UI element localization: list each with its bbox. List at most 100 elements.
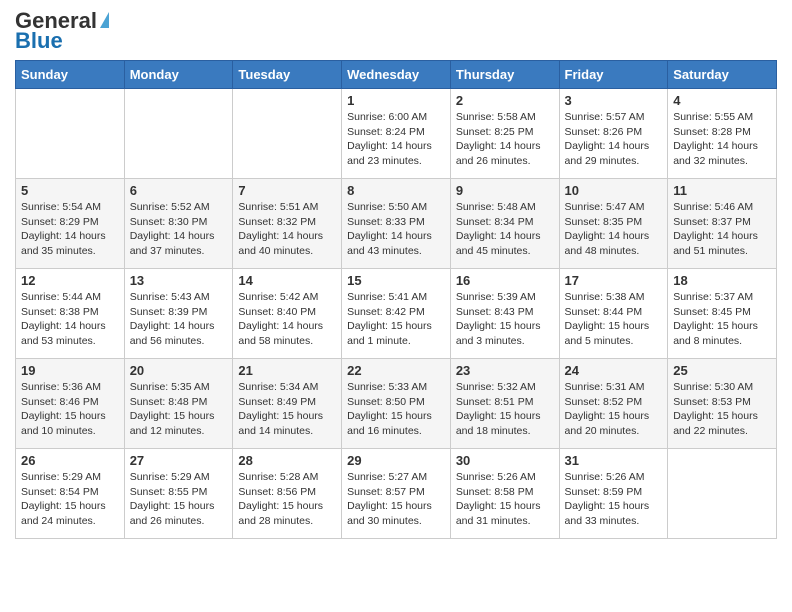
day-number: 24 xyxy=(565,363,663,378)
cell-info: Sunrise: 5:57 AM Sunset: 8:26 PM Dayligh… xyxy=(565,110,663,169)
day-number: 30 xyxy=(456,453,554,468)
cell-info: Sunrise: 5:38 AM Sunset: 8:44 PM Dayligh… xyxy=(565,290,663,349)
calendar-week-row: 26 Sunrise: 5:29 AM Sunset: 8:54 PM Dayli… xyxy=(16,449,777,539)
calendar-day-header: Wednesday xyxy=(342,61,451,89)
day-number: 1 xyxy=(347,93,445,108)
logo-triangle-icon xyxy=(100,12,109,28)
day-number: 11 xyxy=(673,183,771,198)
cell-info: Sunrise: 5:29 AM Sunset: 8:55 PM Dayligh… xyxy=(130,470,228,529)
calendar-cell: 27 Sunrise: 5:29 AM Sunset: 8:55 PM Dayli… xyxy=(124,449,233,539)
calendar-cell: 30 Sunrise: 5:26 AM Sunset: 8:58 PM Dayli… xyxy=(450,449,559,539)
logo: General Blue xyxy=(15,10,109,52)
day-number: 22 xyxy=(347,363,445,378)
calendar-day-header: Friday xyxy=(559,61,668,89)
cell-info: Sunrise: 5:31 AM Sunset: 8:52 PM Dayligh… xyxy=(565,380,663,439)
logo-blue-text: Blue xyxy=(15,30,63,52)
calendar-cell: 6 Sunrise: 5:52 AM Sunset: 8:30 PM Daylig… xyxy=(124,179,233,269)
day-number: 21 xyxy=(238,363,336,378)
cell-info: Sunrise: 6:00 AM Sunset: 8:24 PM Dayligh… xyxy=(347,110,445,169)
calendar-day-header: Saturday xyxy=(668,61,777,89)
calendar-cell: 21 Sunrise: 5:34 AM Sunset: 8:49 PM Dayli… xyxy=(233,359,342,449)
calendar-cell: 13 Sunrise: 5:43 AM Sunset: 8:39 PM Dayli… xyxy=(124,269,233,359)
calendar-week-row: 12 Sunrise: 5:44 AM Sunset: 8:38 PM Dayli… xyxy=(16,269,777,359)
day-number: 2 xyxy=(456,93,554,108)
day-number: 10 xyxy=(565,183,663,198)
calendar-cell: 7 Sunrise: 5:51 AM Sunset: 8:32 PM Daylig… xyxy=(233,179,342,269)
day-number: 9 xyxy=(456,183,554,198)
calendar-cell: 1 Sunrise: 6:00 AM Sunset: 8:24 PM Daylig… xyxy=(342,89,451,179)
day-number: 23 xyxy=(456,363,554,378)
cell-info: Sunrise: 5:43 AM Sunset: 8:39 PM Dayligh… xyxy=(130,290,228,349)
calendar-cell: 28Sunrise: 5:28 AM Sunset: 8:56 PM Dayli… xyxy=(233,449,342,539)
cell-info: Sunrise: 5:27 AM Sunset: 8:57 PM Dayligh… xyxy=(347,470,445,529)
day-number: 8 xyxy=(347,183,445,198)
day-number: 6 xyxy=(130,183,228,198)
calendar-cell xyxy=(124,89,233,179)
day-number: 15 xyxy=(347,273,445,288)
cell-info: Sunrise: 5:46 AM Sunset: 8:37 PM Dayligh… xyxy=(673,200,771,259)
cell-info: Sunrise: 5:36 AM Sunset: 8:46 PM Dayligh… xyxy=(21,380,119,439)
cell-info: Sunrise: 5:33 AM Sunset: 8:50 PM Dayligh… xyxy=(347,380,445,439)
cell-info: Sunrise: 5:42 AM Sunset: 8:40 PM Dayligh… xyxy=(238,290,336,349)
cell-info: Sunrise: 5:26 AM Sunset: 8:58 PM Dayligh… xyxy=(456,470,554,529)
day-number: 17 xyxy=(565,273,663,288)
day-number: 14 xyxy=(238,273,336,288)
day-number: 7 xyxy=(238,183,336,198)
calendar-cell: 12 Sunrise: 5:44 AM Sunset: 8:38 PM Dayli… xyxy=(16,269,125,359)
calendar-cell: 15 Sunrise: 5:41 AM Sunset: 8:42 PM Dayli… xyxy=(342,269,451,359)
day-number: 13 xyxy=(130,273,228,288)
calendar-day-header: Sunday xyxy=(16,61,125,89)
cell-info: Sunrise: 5:32 AM Sunset: 8:51 PM Dayligh… xyxy=(456,380,554,439)
cell-info: Sunrise: 5:37 AM Sunset: 8:45 PM Dayligh… xyxy=(673,290,771,349)
calendar-cell xyxy=(16,89,125,179)
calendar-body: 1 Sunrise: 6:00 AM Sunset: 8:24 PM Daylig… xyxy=(16,89,777,539)
day-number: 20 xyxy=(130,363,228,378)
calendar-cell: 9 Sunrise: 5:48 AM Sunset: 8:34 PM Daylig… xyxy=(450,179,559,269)
day-number: 12 xyxy=(21,273,119,288)
day-number: 27 xyxy=(130,453,228,468)
calendar-cell: 2 Sunrise: 5:58 AM Sunset: 8:25 PM Daylig… xyxy=(450,89,559,179)
calendar-header-row: SundayMondayTuesdayWednesdayThursdayFrid… xyxy=(16,61,777,89)
calendar-cell: 3Sunrise: 5:57 AM Sunset: 8:26 PM Daylig… xyxy=(559,89,668,179)
day-number: 4 xyxy=(673,93,771,108)
cell-info: Sunrise: 5:50 AM Sunset: 8:33 PM Dayligh… xyxy=(347,200,445,259)
cell-info: Sunrise: 5:52 AM Sunset: 8:30 PM Dayligh… xyxy=(130,200,228,259)
cell-info: Sunrise: 5:48 AM Sunset: 8:34 PM Dayligh… xyxy=(456,200,554,259)
calendar-cell: 4Sunrise: 5:55 AM Sunset: 8:28 PM Daylig… xyxy=(668,89,777,179)
calendar-cell: 25 Sunrise: 5:30 AM Sunset: 8:53 PM Dayli… xyxy=(668,359,777,449)
day-number: 5 xyxy=(21,183,119,198)
cell-info: Sunrise: 5:58 AM Sunset: 8:25 PM Dayligh… xyxy=(456,110,554,169)
cell-info: Sunrise: 5:44 AM Sunset: 8:38 PM Dayligh… xyxy=(21,290,119,349)
calendar-cell: 22 Sunrise: 5:33 AM Sunset: 8:50 PM Dayli… xyxy=(342,359,451,449)
calendar-cell: 8 Sunrise: 5:50 AM Sunset: 8:33 PM Daylig… xyxy=(342,179,451,269)
cell-info: Sunrise: 5:54 AM Sunset: 8:29 PM Dayligh… xyxy=(21,200,119,259)
day-number: 16 xyxy=(456,273,554,288)
day-number: 18 xyxy=(673,273,771,288)
day-number: 28 xyxy=(238,453,336,468)
day-number: 31 xyxy=(565,453,663,468)
day-number: 25 xyxy=(673,363,771,378)
calendar-table: SundayMondayTuesdayWednesdayThursdayFrid… xyxy=(15,60,777,539)
cell-info: Sunrise: 5:47 AM Sunset: 8:35 PM Dayligh… xyxy=(565,200,663,259)
cell-info: Sunrise: 5:35 AM Sunset: 8:48 PM Dayligh… xyxy=(130,380,228,439)
cell-info: Sunrise: 5:30 AM Sunset: 8:53 PM Dayligh… xyxy=(673,380,771,439)
cell-info: Sunrise: 5:39 AM Sunset: 8:43 PM Dayligh… xyxy=(456,290,554,349)
page-header: General Blue xyxy=(15,10,777,52)
cell-info: Sunrise: 5:34 AM Sunset: 8:49 PM Dayligh… xyxy=(238,380,336,439)
calendar-cell: 11 Sunrise: 5:46 AM Sunset: 8:37 PM Dayli… xyxy=(668,179,777,269)
calendar-week-row: 19 Sunrise: 5:36 AM Sunset: 8:46 PM Dayli… xyxy=(16,359,777,449)
day-number: 19 xyxy=(21,363,119,378)
cell-info: Sunrise: 5:41 AM Sunset: 8:42 PM Dayligh… xyxy=(347,290,445,349)
cell-info: Sunrise: 5:29 AM Sunset: 8:54 PM Dayligh… xyxy=(21,470,119,529)
calendar-cell xyxy=(233,89,342,179)
calendar-cell: 19 Sunrise: 5:36 AM Sunset: 8:46 PM Dayli… xyxy=(16,359,125,449)
calendar-cell: 26 Sunrise: 5:29 AM Sunset: 8:54 PM Dayli… xyxy=(16,449,125,539)
calendar-cell: 17 Sunrise: 5:38 AM Sunset: 8:44 PM Dayli… xyxy=(559,269,668,359)
calendar-cell: 18 Sunrise: 5:37 AM Sunset: 8:45 PM Dayli… xyxy=(668,269,777,359)
calendar-cell: 10 Sunrise: 5:47 AM Sunset: 8:35 PM Dayli… xyxy=(559,179,668,269)
calendar-cell: 29Sunrise: 5:27 AM Sunset: 8:57 PM Dayli… xyxy=(342,449,451,539)
cell-info: Sunrise: 5:51 AM Sunset: 8:32 PM Dayligh… xyxy=(238,200,336,259)
calendar-cell: 31Sunrise: 5:26 AM Sunset: 8:59 PM Dayli… xyxy=(559,449,668,539)
day-number: 26 xyxy=(21,453,119,468)
calendar-cell xyxy=(668,449,777,539)
